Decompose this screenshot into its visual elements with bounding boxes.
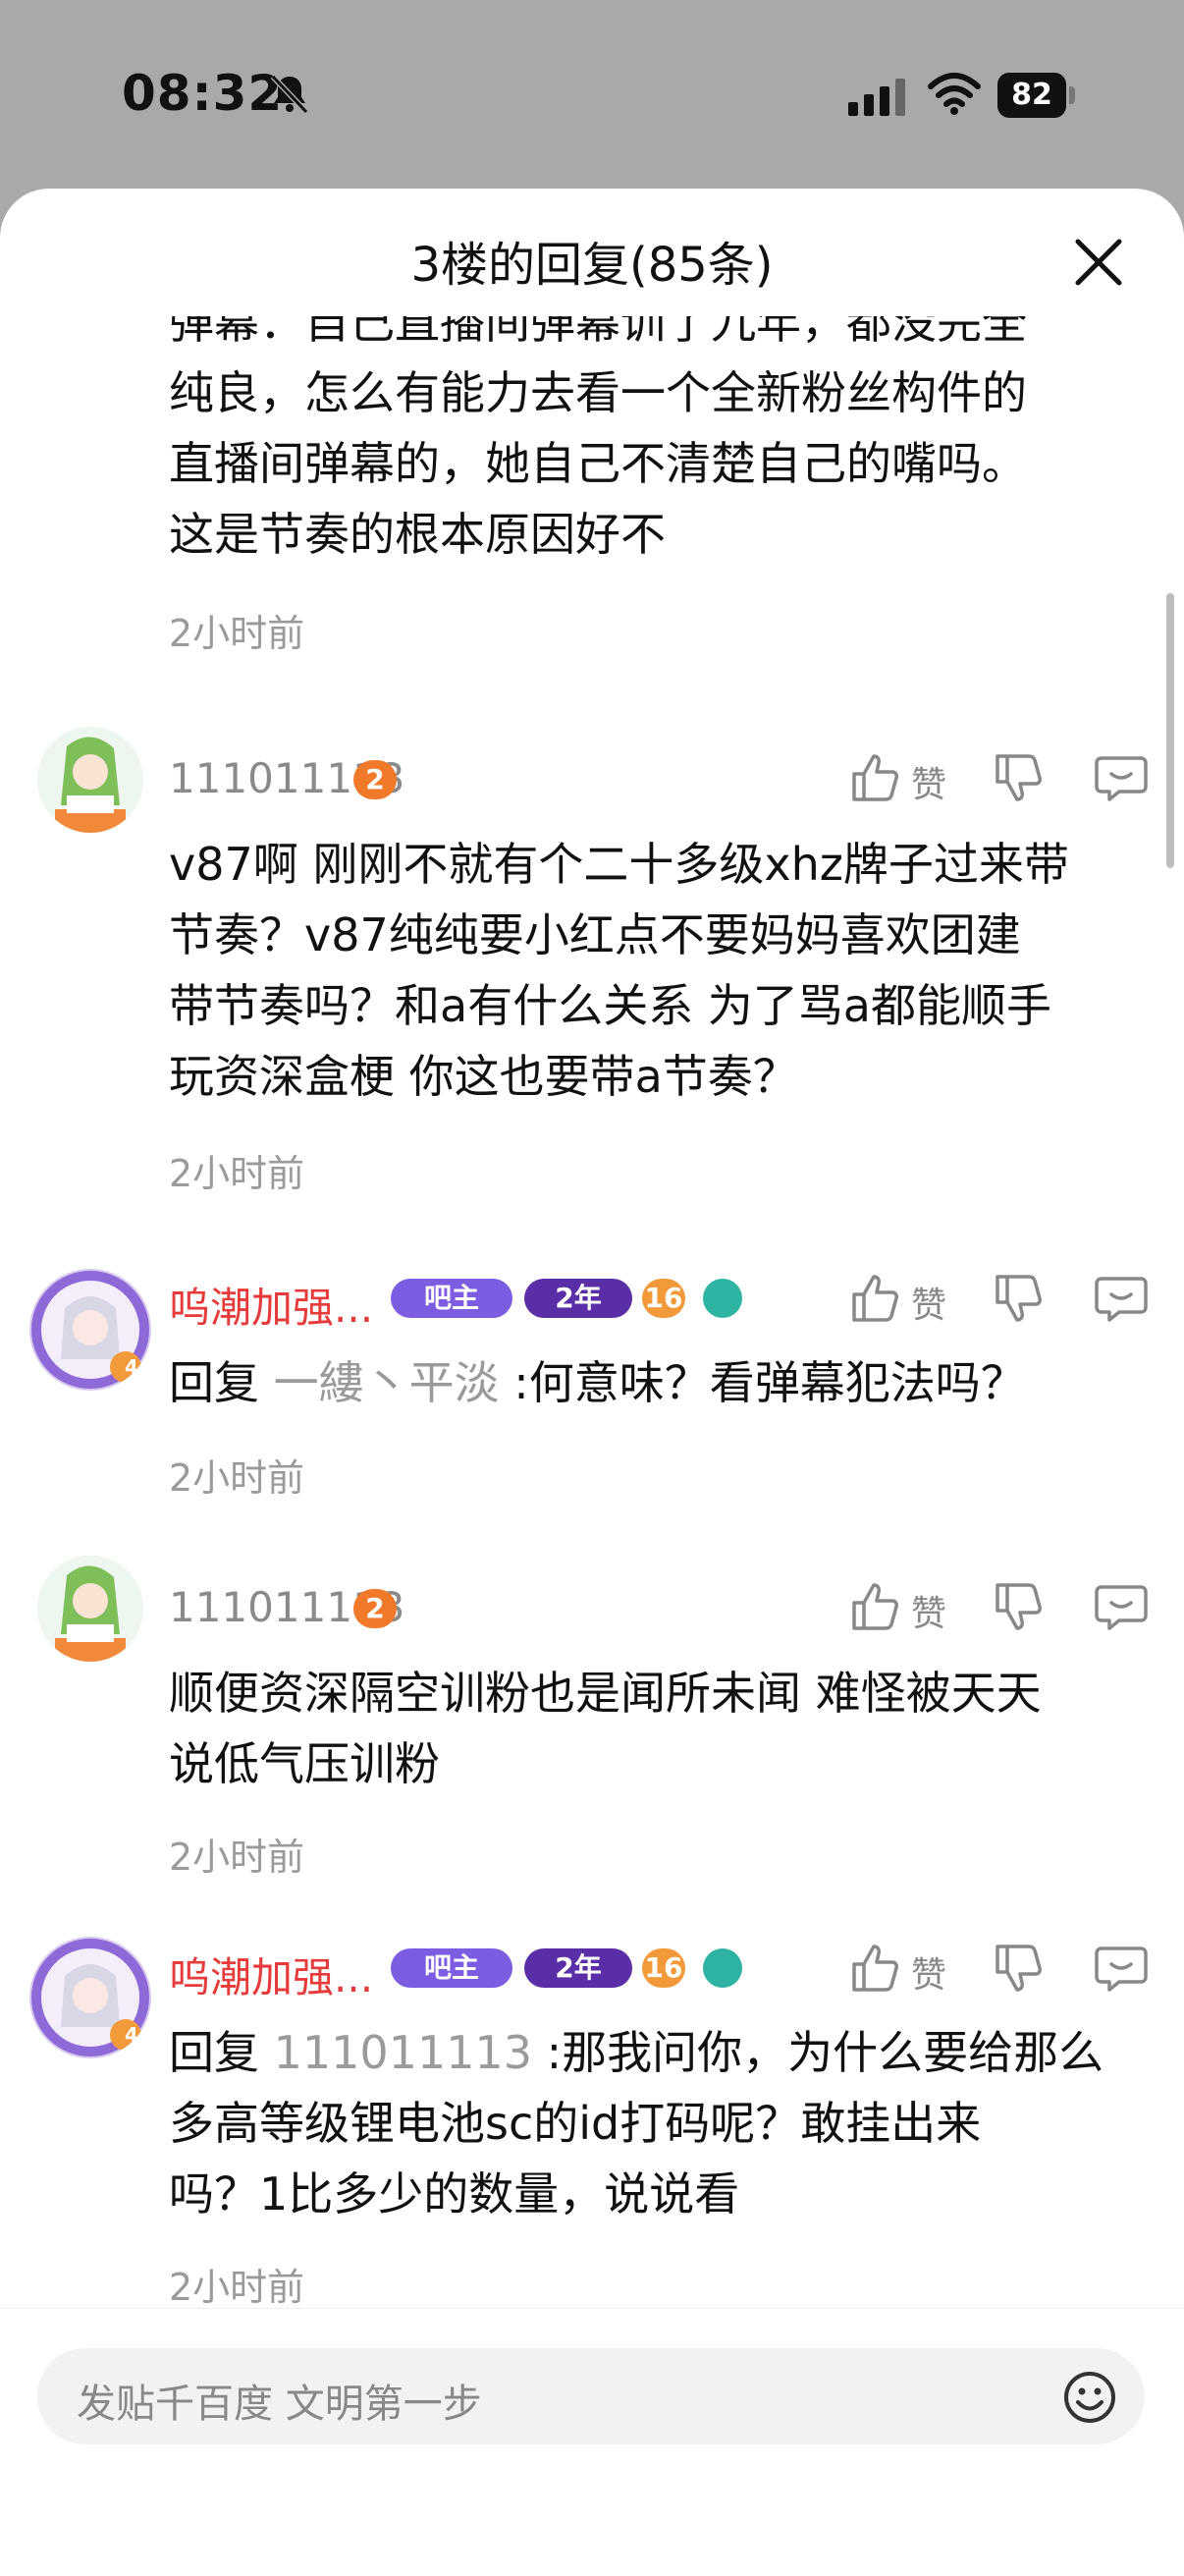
comment-time: 2小时前	[169, 612, 305, 655]
comment-line: 吗？1比多少的数量，说说看	[169, 2167, 740, 2220]
comment-line: 直播间弹幕的，她自己不清楚自己的嘴吗。	[169, 437, 1027, 490]
reply-to-user[interactable]: 一縷丶平淡	[274, 1356, 500, 1409]
thumb-up-icon	[852, 1945, 898, 1992]
comment-line: 多高等级锂电池sc的id打码呢？敢挂出来	[169, 2097, 982, 2150]
reply-content: :何意味？看弹幕犯法吗？	[513, 1356, 1026, 1409]
like-label: 赞	[911, 1286, 947, 1326]
comment-bubble-icon	[1095, 756, 1148, 801]
scrollbar[interactable]	[1166, 593, 1174, 868]
comment-line: 说低气压训粉	[169, 1737, 440, 1790]
like-button[interactable]: 赞	[846, 748, 946, 807]
status-bar: 08:32 82	[0, 0, 1184, 187]
reply-input-placeholder: 发贴千百度 文明第一步	[77, 2382, 482, 2427]
comment-actions: 赞	[846, 1939, 1160, 1998]
comment-line: 顺便资深隔空训粉也是闻所未闻 难怪被天天	[169, 1667, 1042, 1720]
bar-owner-badge: 吧主	[391, 1279, 512, 1318]
comment-time: 2小时前	[169, 1836, 305, 1879]
avatar[interactable]	[37, 727, 143, 833]
thumb-down-icon	[996, 1583, 1042, 1630]
wifi-icon	[928, 73, 981, 115]
thumb-up-icon	[852, 1583, 898, 1630]
comment-line: 节奏？v87纯纯要小红点不要妈妈喜欢团建	[169, 908, 1021, 961]
battery-level: 82	[997, 73, 1066, 118]
thumb-down-icon	[996, 754, 1042, 801]
comment-bubble-icon	[1095, 1585, 1148, 1630]
replies-list[interactable]: 弹幕：自己直播间弹幕训了九年，都没完全 纯良，怎么有能力去看一个全新粉丝构件的 …	[0, 316, 1184, 2496]
reply-button[interactable]	[1092, 1269, 1151, 1328]
dislike-button[interactable]	[990, 1577, 1049, 1636]
comment-actions: 赞	[846, 1269, 1160, 1328]
reply-to-user[interactable]: 111011113	[274, 2026, 532, 2079]
thumb-up-icon	[852, 754, 898, 801]
reply-content: :那我问你，为什么要给那么	[546, 2026, 1104, 2079]
years-badge: 2年	[524, 1279, 632, 1318]
replies-sheet: 3楼的回复(85条) 弹幕：自己直播间弹幕训了九年，都没完全 纯良，怎么有能力去…	[0, 189, 1184, 2575]
comment-time: 2小时前	[169, 2266, 305, 2309]
close-icon[interactable]	[1070, 234, 1127, 291]
reply-text: 回复 一縷丶平淡 :何意味？看弹幕犯法吗？	[169, 1347, 1151, 1418]
thumb-down-icon	[996, 1275, 1042, 1322]
dislike-button[interactable]	[990, 748, 1049, 807]
thumb-down-icon	[996, 1945, 1042, 1992]
like-button[interactable]: 赞	[846, 1269, 946, 1328]
status-time: 08:32	[122, 65, 284, 122]
comment-line: 带节奏吗？和a有什么关系 为了骂a都能顺手	[169, 979, 1051, 1032]
bell-muted-icon	[270, 74, 309, 115]
reply-input[interactable]: 发贴千百度 文明第一步	[37, 2348, 1145, 2444]
reply-prefix: 回复	[169, 1356, 259, 1409]
user-level-badge: 2	[353, 1589, 397, 1628]
username[interactable]: 呜潮加强...	[169, 1275, 373, 1335]
comment-time: 2小时前	[169, 1456, 305, 1500]
years-badge: 2年	[524, 1948, 632, 1988]
battery-cap	[1069, 86, 1075, 104]
comment-line: 纯良，怎么有能力去看一个全新粉丝构件的	[169, 366, 1027, 419]
user-level-badge: 2	[353, 760, 397, 799]
like-button[interactable]: 赞	[846, 1939, 946, 1998]
fan-badge-icon	[703, 1948, 742, 1988]
level-badge: 16	[642, 1279, 685, 1318]
like-button[interactable]: 赞	[846, 1577, 946, 1636]
bar-owner-badge: 吧主	[391, 1948, 512, 1988]
sheet-title: 3楼的回复(85条)	[410, 238, 774, 293]
reply-prefix: 回复	[169, 2026, 259, 2079]
comment-line: 这是节奏的根本原因好不	[169, 508, 666, 561]
like-label: 赞	[911, 765, 947, 805]
reply-button[interactable]	[1092, 748, 1151, 807]
avatar[interactable]	[37, 1556, 143, 1662]
avatar-level: 4	[125, 2023, 138, 2047]
avatar-level: 4	[125, 1355, 138, 1379]
avatar[interactable]: 4	[29, 1937, 151, 2058]
composer-bar: 发贴千百度 文明第一步	[0, 2308, 1184, 2576]
comment-actions: 赞	[846, 748, 1160, 807]
comment-actions: 赞	[846, 1577, 1160, 1636]
like-label: 赞	[911, 1955, 947, 1996]
comment-bubble-icon	[1095, 1946, 1148, 1992]
comment-time: 2小时前	[169, 1152, 305, 1195]
comment-line: 弹幕：自己直播间弹幕训了九年，都没完全	[169, 316, 1027, 349]
comment-line: v87啊 刚刚不就有个二十多级xhz牌子过来带	[169, 838, 1069, 891]
reply-button[interactable]	[1092, 1577, 1151, 1636]
comment-line: 玩资深盒梗 你这也要带a节奏？	[169, 1050, 798, 1103]
dislike-button[interactable]	[990, 1269, 1049, 1328]
emoji-icon[interactable]	[1062, 2370, 1117, 2425]
level-badge: 16	[642, 1948, 685, 1988]
reply-button[interactable]	[1092, 1939, 1151, 1998]
fan-badge-icon	[703, 1279, 742, 1318]
comment-bubble-icon	[1095, 1277, 1148, 1322]
cellular-signal-icon	[848, 79, 905, 116]
username[interactable]: 呜潮加强...	[169, 1945, 373, 2004]
battery-indicator: 82	[997, 73, 1076, 118]
avatar[interactable]: 4	[29, 1269, 151, 1391]
like-label: 赞	[911, 1594, 947, 1634]
thumb-up-icon	[852, 1275, 898, 1322]
reply-text: 回复 111011113 :那我问你，为什么要给那么	[169, 2017, 1151, 2088]
dislike-button[interactable]	[990, 1939, 1049, 1998]
